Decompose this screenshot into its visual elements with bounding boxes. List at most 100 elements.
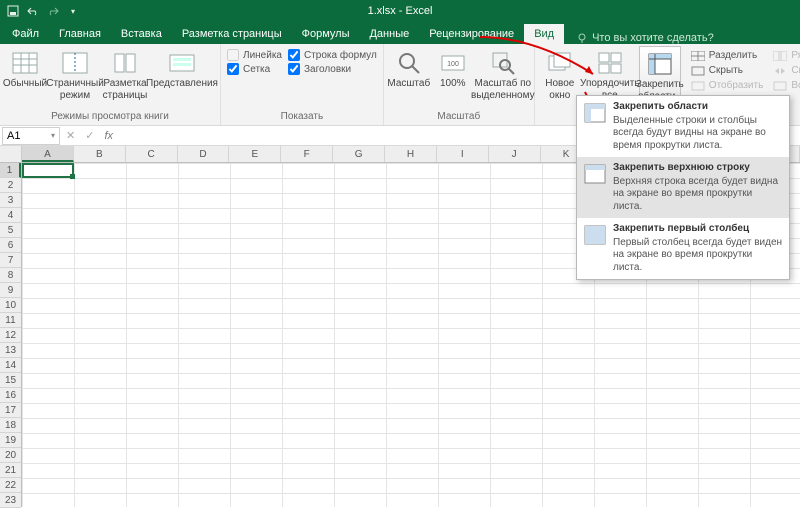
arrange-icon	[596, 49, 624, 77]
row-header[interactable]: 1	[0, 163, 21, 178]
tab-formulas[interactable]: Формулы	[292, 24, 360, 44]
column-header[interactable]: C	[126, 146, 178, 162]
column-header[interactable]: H	[385, 146, 437, 162]
custom-views-button[interactable]: Представления	[148, 46, 216, 93]
side-by-side-icon	[773, 51, 787, 61]
qat-dropdown-icon[interactable]: ▾	[66, 4, 80, 18]
group-zoom: Масштаб 100 100% Масштаб по выделенному …	[384, 44, 535, 125]
group-workbook-views: Обычный Страничный режим Разметка страни…	[0, 44, 221, 125]
unhide-icon	[691, 81, 705, 91]
tab-home[interactable]: Главная	[49, 24, 111, 44]
sync-scroll-button: Синхронная прокрутка	[771, 64, 800, 77]
column-header[interactable]: F	[281, 146, 333, 162]
freeze-menu-item[interactable]: Закрепить областиВыделенные строки и сто…	[577, 96, 789, 157]
side-by-side-button: Рядом	[771, 49, 800, 62]
page-break-icon	[61, 49, 89, 77]
ruler-checkbox[interactable]: Линейка	[227, 49, 282, 61]
row-header[interactable]: 4	[0, 208, 21, 223]
fx-icon[interactable]: fx	[104, 130, 113, 142]
tab-layout[interactable]: Разметка страницы	[172, 24, 292, 44]
lightbulb-icon	[576, 32, 588, 44]
window-title: 1.xlsx - Excel	[368, 5, 433, 17]
normal-view-icon	[11, 49, 39, 77]
freeze-menu-item[interactable]: Закрепить первый столбецПервый столбец в…	[577, 218, 789, 279]
fx-controls: ✕ ✓ fx	[66, 129, 113, 142]
split-icon	[691, 51, 705, 61]
title-bar: ▾ 1.xlsx - Excel	[0, 0, 800, 22]
ribbon-tabs: Файл Главная Вставка Разметка страницы Ф…	[0, 22, 800, 44]
column-header[interactable]: J	[489, 146, 541, 162]
redo-icon[interactable]	[46, 4, 60, 18]
tab-insert[interactable]: Вставка	[111, 24, 172, 44]
row-headers: 1234567891011121314151617181920212223	[0, 163, 22, 507]
unhide-button: Отобразить	[689, 79, 766, 92]
column-header[interactable]: G	[333, 146, 385, 162]
tab-data[interactable]: Данные	[359, 24, 419, 44]
sync-scroll-icon	[773, 66, 787, 76]
row-header[interactable]: 7	[0, 253, 21, 268]
tab-file[interactable]: Файл	[2, 24, 49, 44]
tell-me-search[interactable]: Что вы хотите сделать?	[564, 32, 714, 44]
headings-checkbox[interactable]: Заголовки	[288, 63, 377, 75]
row-header[interactable]: 8	[0, 268, 21, 283]
row-header[interactable]: 22	[0, 478, 21, 493]
select-all-corner[interactable]	[0, 146, 22, 163]
active-cell[interactable]	[22, 163, 74, 178]
cancel-icon: ✕	[66, 129, 75, 142]
zoom-selection-icon	[489, 49, 517, 77]
name-box[interactable]: A1▾	[2, 127, 60, 145]
hide-icon	[691, 66, 705, 76]
row-header[interactable]: 11	[0, 313, 21, 328]
row-header[interactable]: 23	[0, 493, 21, 508]
row-header[interactable]: 20	[0, 448, 21, 463]
page-layout-button[interactable]: Разметка страницы	[104, 46, 146, 104]
column-header[interactable]: B	[74, 146, 126, 162]
zoom-selection-button[interactable]: Масштаб по выделенному	[476, 46, 530, 104]
undo-icon[interactable]	[26, 4, 40, 18]
reset-pos-icon	[773, 81, 787, 91]
new-window-icon	[546, 49, 574, 77]
hide-button[interactable]: Скрыть	[689, 64, 766, 77]
tab-view[interactable]: Вид	[524, 24, 564, 44]
column-header[interactable]: I	[437, 146, 489, 162]
row-header[interactable]: 18	[0, 418, 21, 433]
freeze-item-icon	[583, 101, 607, 125]
save-icon[interactable]	[6, 4, 20, 18]
reset-pos-button: Восстановить располож	[771, 79, 800, 92]
row-header[interactable]: 16	[0, 388, 21, 403]
formula-bar-checkbox[interactable]: Строка формул	[288, 49, 377, 61]
split-button[interactable]: Разделить	[689, 49, 766, 62]
zoom-100-icon: 100	[439, 49, 467, 77]
tab-review[interactable]: Рецензирование	[419, 24, 524, 44]
row-header[interactable]: 9	[0, 283, 21, 298]
row-header[interactable]: 13	[0, 343, 21, 358]
custom-views-icon	[168, 49, 196, 77]
row-header[interactable]: 10	[0, 298, 21, 313]
row-header[interactable]: 2	[0, 178, 21, 193]
freeze-item-icon	[583, 223, 607, 247]
page-break-button[interactable]: Страничный режим	[48, 46, 102, 104]
row-header[interactable]: 17	[0, 403, 21, 418]
chevron-down-icon: ▾	[51, 131, 55, 140]
column-header[interactable]: D	[178, 146, 230, 162]
column-header[interactable]: E	[229, 146, 281, 162]
freeze-menu-item[interactable]: Закрепить верхнюю строкуВерхняя строка в…	[577, 157, 789, 218]
accept-icon: ✓	[85, 129, 94, 142]
zoom-button[interactable]: Масштаб	[388, 46, 430, 93]
page-layout-icon	[111, 49, 139, 77]
row-header[interactable]: 6	[0, 238, 21, 253]
row-header[interactable]: 3	[0, 193, 21, 208]
row-header[interactable]: 14	[0, 358, 21, 373]
normal-view-button[interactable]: Обычный	[4, 46, 46, 93]
column-header[interactable]: A	[22, 146, 74, 162]
zoom-100-button[interactable]: 100 100%	[432, 46, 474, 93]
zoom-icon	[395, 49, 423, 77]
row-header[interactable]: 21	[0, 463, 21, 478]
row-header[interactable]: 15	[0, 373, 21, 388]
row-header[interactable]: 5	[0, 223, 21, 238]
new-window-button[interactable]: Новое окно	[539, 46, 581, 104]
freeze-item-icon	[583, 162, 607, 186]
row-header[interactable]: 12	[0, 328, 21, 343]
row-header[interactable]: 19	[0, 433, 21, 448]
gridlines-checkbox[interactable]: Сетка	[227, 63, 282, 75]
